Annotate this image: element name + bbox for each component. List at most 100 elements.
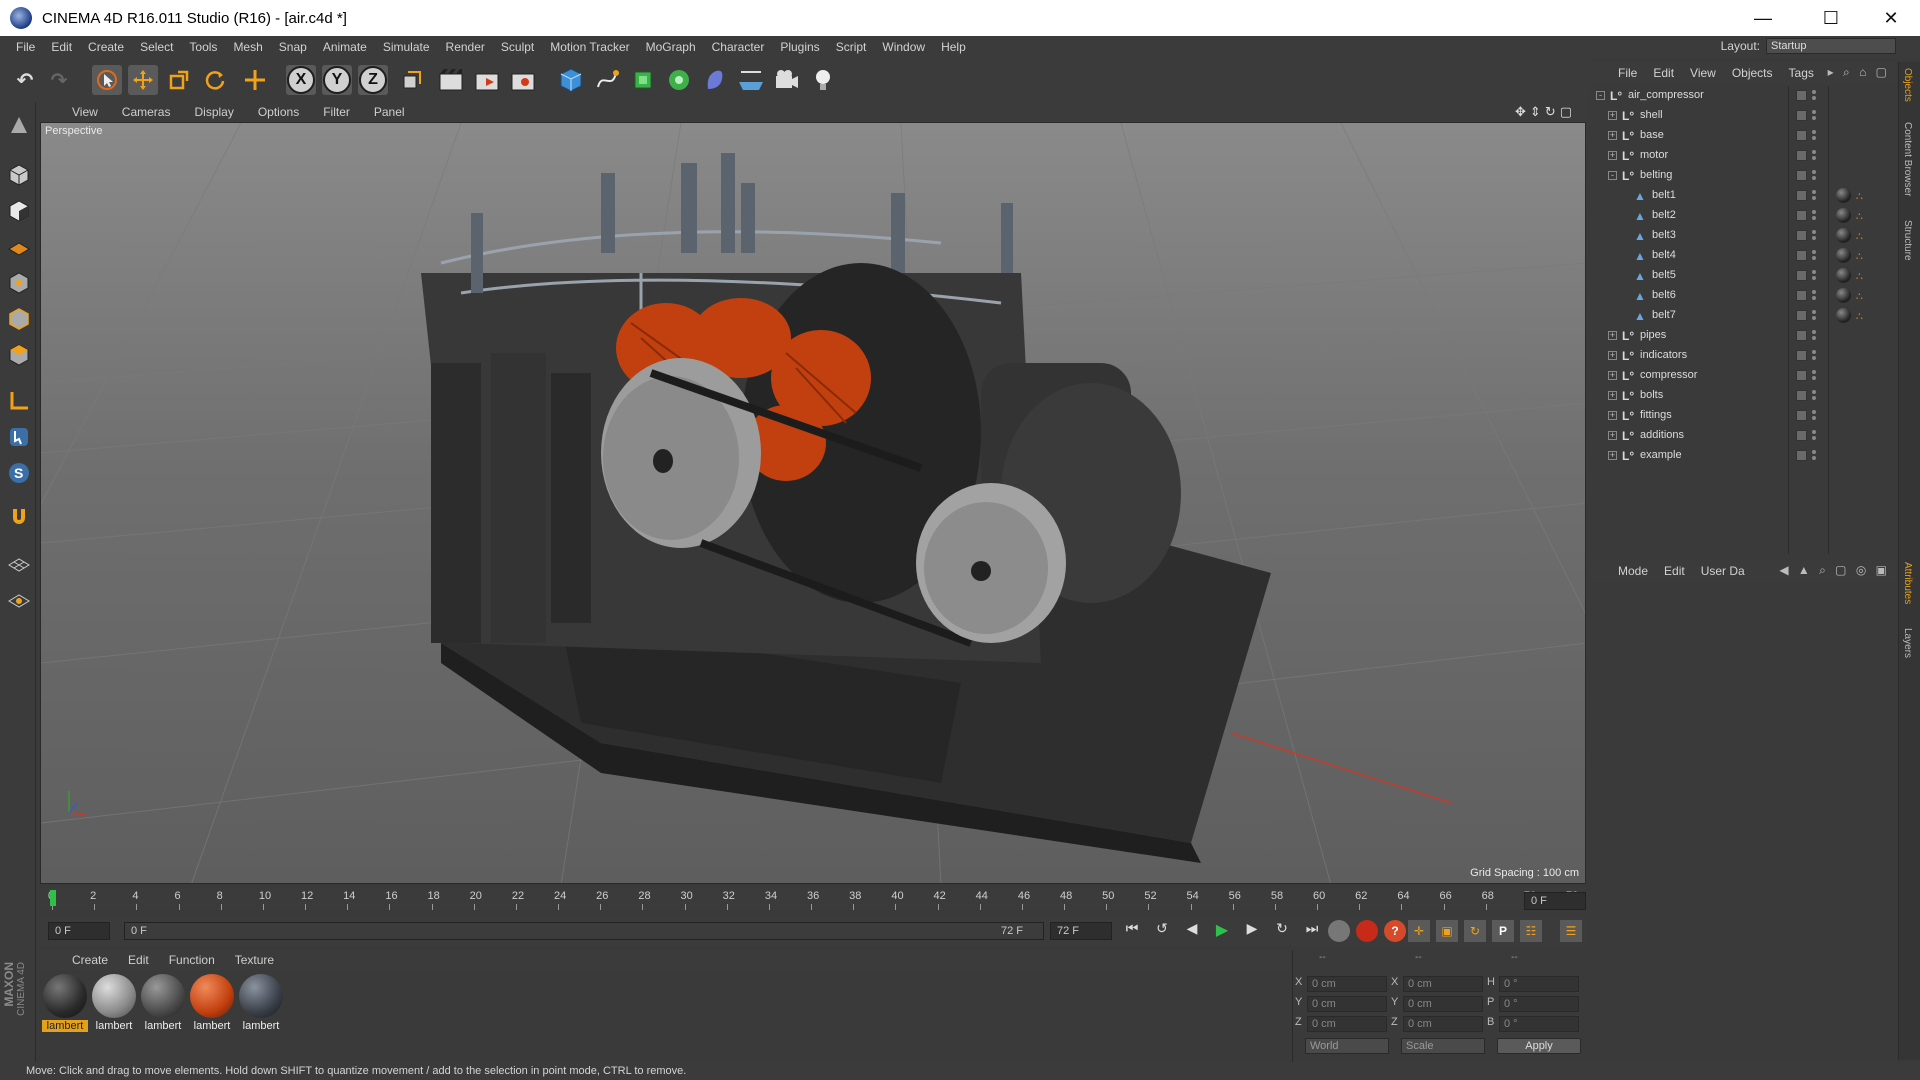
object-row-belt5[interactable]: ▲ belt5 ∴ [1590,266,1896,286]
object-row-belt1[interactable]: ▲ belt1 ∴ [1590,186,1896,206]
menu-character[interactable]: Character [704,40,773,54]
menu-select[interactable]: Select [132,40,181,54]
object-name[interactable]: belt5 [1652,269,1676,281]
timeline-ruler[interactable]: 0246810121416182022242628303234363840424… [40,888,1586,910]
cube-primitive-icon[interactable] [556,65,586,95]
editor-render-visibility-dots[interactable] [1812,168,1817,182]
tab-attributes[interactable]: Attributes [1902,562,1913,604]
key-parameter-icon[interactable]: P [1492,920,1514,942]
editor-render-visibility-dots[interactable] [1812,308,1817,322]
menu-motion-tracker[interactable]: Motion Tracker [542,40,637,54]
menu-simulate[interactable]: Simulate [375,40,438,54]
editor-render-visibility-dots[interactable] [1812,408,1817,422]
next-key-icon[interactable]: ↻ [1270,920,1294,942]
layer-visibility-icon[interactable] [1796,210,1807,221]
object-row-additions[interactable]: + L° additions [1590,426,1896,446]
layer-visibility-icon[interactable] [1796,170,1807,181]
material-menu-function[interactable]: Function [159,953,225,967]
record-keys-icon[interactable] [1356,920,1378,942]
object-row-bolts[interactable]: + L° bolts [1590,386,1896,406]
tab-structure[interactable]: Structure [1902,220,1913,261]
viewport-navigation-icons[interactable]: ✥⇕↻▢ [1515,104,1576,120]
editor-render-visibility-dots[interactable] [1812,108,1817,122]
menu-mograph[interactable]: MoGraph [638,40,704,54]
objects-menu-file[interactable]: File [1610,66,1645,80]
go-to-end-icon[interactable]: ⏭ [1300,920,1324,942]
redo-icon[interactable]: ↷ [44,65,74,95]
editor-render-visibility-dots[interactable] [1812,448,1817,462]
expand-icon[interactable]: + [1608,131,1617,140]
object-name[interactable]: shell [1640,109,1663,121]
layer-visibility-icon[interactable] [1796,410,1807,421]
object-name[interactable]: belt6 [1652,289,1676,301]
key-position-icon[interactable]: ✛ [1408,920,1430,942]
material-tag-icon[interactable] [1836,248,1851,263]
layer-visibility-icon[interactable] [1796,390,1807,401]
tweak-mode-icon[interactable] [4,422,34,452]
snapping-icon[interactable]: S [4,458,34,488]
object-name[interactable]: base [1640,129,1664,141]
expand-icon[interactable]: + [1608,371,1617,380]
editor-render-visibility-dots[interactable] [1812,188,1817,202]
editor-render-visibility-dots[interactable] [1812,128,1817,142]
material-tag-icon[interactable] [1836,208,1851,223]
attributes-menu-edit[interactable]: Edit [1656,564,1693,578]
live-selection-icon[interactable] [92,65,122,95]
menu-render[interactable]: Render [438,40,493,54]
menu-file[interactable]: File [8,40,43,54]
material-swatch[interactable]: lambert [189,974,235,1032]
object-name[interactable]: pipes [1640,329,1666,341]
next-frame-icon[interactable]: ▶ [1240,920,1264,942]
viewport-menu-filter[interactable]: Filter [311,105,362,119]
attribute-nav-icons[interactable]: ◀ ▲ ⌕ ▢ ◎ ▣ [1779,563,1890,578]
expand-icon[interactable]: + [1608,351,1617,360]
object-row-belt6[interactable]: ▲ belt6 ∴ [1590,286,1896,306]
undo-icon[interactable]: ↶ [10,65,40,95]
render-view-icon[interactable] [436,65,466,95]
viewport-menu-panel[interactable]: Panel [362,105,417,119]
layout-dropdown[interactable]: Startup [1766,38,1896,54]
phong-tag-icon[interactable]: ∴ [1856,270,1866,283]
close-button[interactable]: ✕ [1862,0,1920,36]
object-row-belting[interactable]: - L° belting [1590,166,1896,186]
object-name[interactable]: belting [1640,169,1672,181]
editor-render-visibility-dots[interactable] [1812,288,1817,302]
material-menu-edit[interactable]: Edit [118,953,159,967]
objects-menu-tags[interactable]: Tags [1781,66,1822,80]
phong-tag-icon[interactable]: ∴ [1856,210,1866,223]
collapse-icon[interactable]: - [1608,171,1617,180]
apply-button[interactable]: Apply [1497,1038,1581,1054]
object-manager-search-icon[interactable]: ▸ ⌕ ⌂ ▢ [1828,65,1890,80]
object-name[interactable]: compressor [1640,369,1697,381]
recent-tools-icon[interactable] [240,65,270,95]
menu-create[interactable]: Create [80,40,132,54]
layer-visibility-icon[interactable] [1796,330,1807,341]
material-tag-icon[interactable] [1836,268,1851,283]
expand-icon[interactable]: + [1608,151,1617,160]
layer-visibility-icon[interactable] [1796,370,1807,381]
object-row-belt3[interactable]: ▲ belt3 ∴ [1590,226,1896,246]
object-name[interactable]: belt2 [1652,209,1676,221]
playhead-marker[interactable] [50,890,56,906]
editor-render-visibility-dots[interactable] [1812,348,1817,362]
layer-visibility-icon[interactable] [1796,270,1807,281]
key-scale-icon[interactable]: ▣ [1436,920,1458,942]
make-editable-icon[interactable] [4,110,34,140]
viewport-menu-cameras[interactable]: Cameras [110,105,183,119]
material-tag-icon[interactable] [1836,188,1851,203]
coordinate-mode-dropdown[interactable]: World [1305,1038,1389,1054]
spline-pen-icon[interactable] [592,65,622,95]
layer-visibility-icon[interactable] [1796,110,1807,121]
timeline-window-icon[interactable]: ☰ [1560,920,1582,942]
editor-render-visibility-dots[interactable] [1812,88,1817,102]
move-tool-icon[interactable] [128,65,158,95]
editor-render-visibility-dots[interactable] [1812,268,1817,282]
z-axis-lock-icon[interactable]: Z [358,65,388,95]
render-to-picture-viewer-icon[interactable] [472,65,502,95]
motion-path-icon[interactable] [1328,920,1350,942]
material-menu-create[interactable]: Create [62,953,118,967]
workplane-snap-icon[interactable] [4,548,34,578]
menu-plugins[interactable]: Plugins [772,40,827,54]
menu-mesh[interactable]: Mesh [225,40,270,54]
layer-visibility-icon[interactable] [1796,310,1807,321]
